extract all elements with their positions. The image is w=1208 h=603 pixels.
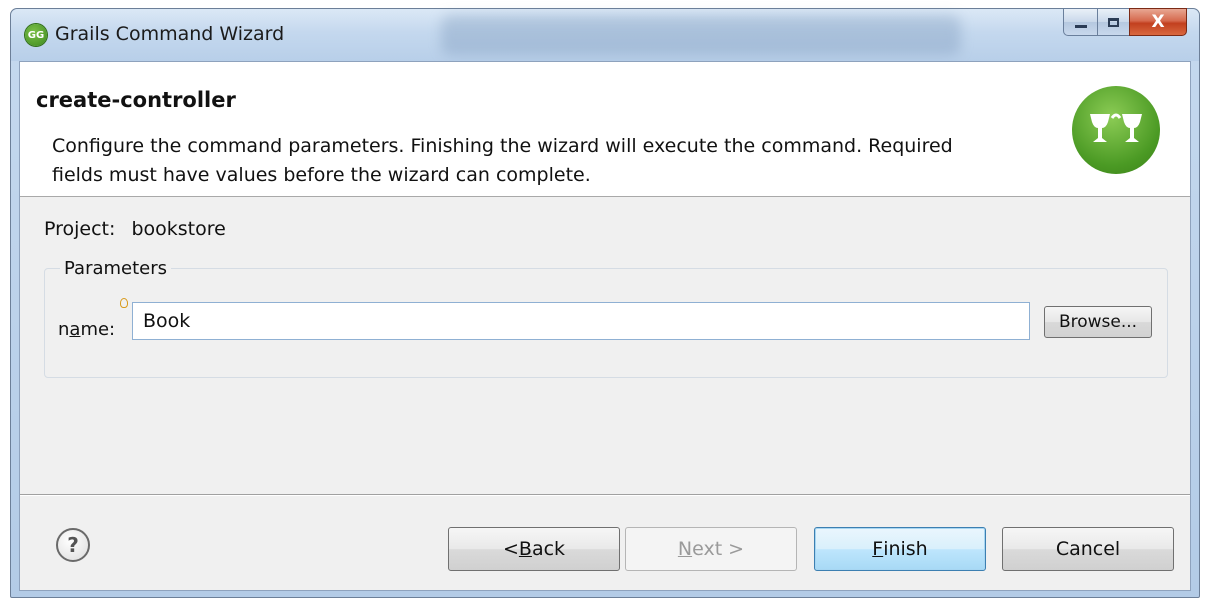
lightbulb-icon [120,298,128,308]
cancel-button[interactable]: Cancel [1002,527,1174,571]
page-description: Configure the command parameters. Finish… [52,132,1032,190]
page-title: create-controller [36,88,236,112]
next-label-suffix: ext > [692,538,745,560]
minimize-button[interactable] [1063,8,1097,36]
back-label-mnemonic: B [518,538,532,560]
name-field-label: name: [58,319,115,340]
name-label-prefix: n [58,319,70,340]
back-label-suffix: ack [531,538,566,560]
finish-button[interactable]: Finish [814,527,986,571]
back-label-prefix: < [502,538,519,560]
finish-label-suffix: inish [883,538,928,560]
next-label-mnemonic: N [677,538,693,560]
wizard-window: GG Grails Command Wizard X create-contro… [10,8,1200,598]
parameters-legend: Parameters [60,258,172,279]
back-button[interactable]: < Back [448,527,620,571]
grails-goblet-icon [1072,86,1160,174]
grails-goblet-glyph [1090,113,1142,142]
title-bar-glass [441,15,961,55]
name-input[interactable] [132,302,1030,340]
close-button[interactable]: X [1129,8,1187,36]
help-button[interactable]: ? [56,528,90,562]
help-icon: ? [67,533,79,557]
minimize-icon [1074,24,1087,28]
window-title: Grails Command Wizard [55,23,285,45]
browse-button[interactable]: Browse... [1044,306,1152,338]
maximize-icon [1108,17,1119,27]
title-bar[interactable]: GG Grails Command Wizard X [11,8,1199,61]
name-label-mnemonic: a [69,319,81,340]
grails-app-icon: GG [25,24,47,46]
description-line-1: Configure the command parameters. Finish… [52,135,953,157]
name-label-suffix: me: [80,319,116,340]
window-controls: X [1063,8,1187,36]
project-value: bookstore [131,218,226,240]
finish-label-mnemonic: F [872,538,884,560]
description-line-2: fields must have values before the wizar… [52,164,591,186]
dialog-client-area: create-controller Configure the command … [19,61,1191,591]
next-button[interactable]: Next > [625,527,797,571]
wizard-header: create-controller Configure the command … [20,62,1190,197]
project-row: Project: bookstore [44,218,226,240]
footer-separator [20,494,1190,495]
maximize-button[interactable] [1097,8,1129,36]
close-icon: X [1151,12,1165,32]
project-label: Project: [44,218,116,240]
